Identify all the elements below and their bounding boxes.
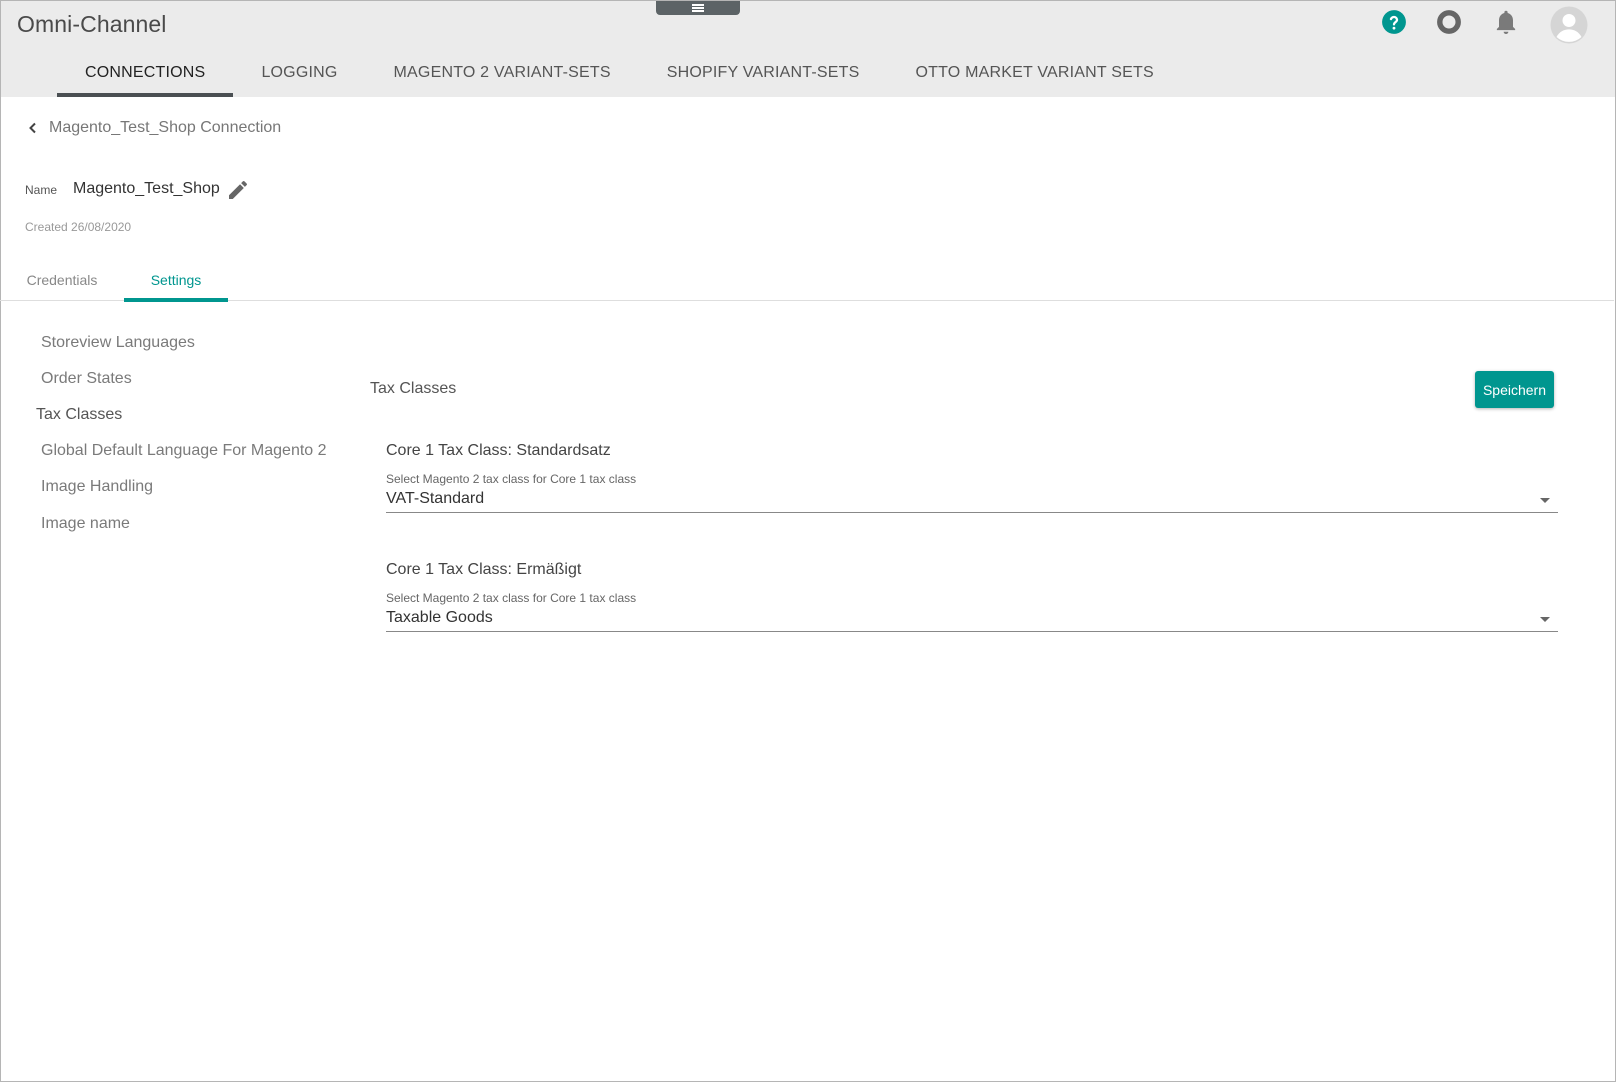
tab-credentials[interactable]: Credentials	[8, 258, 116, 301]
drawer-handle[interactable]	[656, 1, 740, 15]
dropdown-arrow-icon	[1540, 617, 1550, 622]
tab-magento-2-variant-sets[interactable]: MAGENTO 2 VARIANT-SETS	[366, 49, 639, 97]
save-button[interactable]: Speichern	[1475, 371, 1554, 408]
tab-shopify-variant-sets[interactable]: SHOPIFY VARIANT-SETS	[639, 49, 888, 97]
app-header: Omni-Channel CONNECTIONS LOGGING MAGENTO…	[1, 1, 1615, 97]
bell-icon[interactable]	[1491, 7, 1521, 37]
connection-name: Magento_Test_Shop	[73, 180, 220, 197]
tab-logging[interactable]: LOGGING	[233, 49, 365, 97]
side-item-image-handling[interactable]: Image Handling	[41, 478, 153, 496]
main-nav-tabs: CONNECTIONS LOGGING MAGENTO 2 VARIANT-SE…	[57, 49, 1182, 97]
side-item-tax-classes[interactable]: Tax Classes	[36, 406, 122, 424]
side-item-storeview-languages[interactable]: Storeview Languages	[41, 334, 195, 352]
select-label: Select Magento 2 tax class for Core 1 ta…	[386, 591, 637, 605]
tab-settings[interactable]: Settings	[124, 258, 228, 302]
menu-lines-icon	[692, 7, 704, 9]
sub-tabs: Credentials Settings	[0, 258, 1614, 302]
select-label: Select Magento 2 tax class for Core 1 ta…	[386, 472, 637, 486]
select-value: VAT-Standard	[386, 490, 485, 507]
side-item-order-states[interactable]: Order States	[41, 370, 132, 388]
app-title: Omni-Channel	[17, 11, 167, 37]
breadcrumb: Magento_Test_Shop Connection	[22, 117, 281, 139]
dropdown-arrow-icon	[1540, 498, 1550, 503]
tax-class-block: Core 1 Tax Class: Ermäßigt Select Magent…	[386, 561, 1558, 632]
breadcrumb-title: Magento_Test_Shop Connection	[49, 119, 282, 136]
edit-pencil-icon[interactable]	[226, 178, 250, 202]
tax-class-heading: Core 1 Tax Class: Standardsatz	[386, 442, 611, 459]
select-value: Taxable Goods	[386, 609, 493, 626]
tax-class-block: Core 1 Tax Class: Standardsatz Select Ma…	[386, 442, 1558, 513]
name-label: Name	[25, 183, 58, 197]
side-item-image-name[interactable]: Image name	[41, 515, 130, 533]
status-ring-icon[interactable]	[1434, 7, 1464, 37]
panel-title: Tax Classes	[370, 380, 457, 397]
help-icon[interactable]	[1379, 7, 1409, 37]
back-arrow-icon[interactable]	[22, 117, 44, 139]
side-item-global-default-language[interactable]: Global Default Language For Magento 2	[41, 442, 327, 460]
tax-class-select[interactable]: VAT-Standard	[386, 487, 1558, 513]
tab-connections[interactable]: CONNECTIONS	[57, 49, 234, 97]
created-date: Created 26/08/2020	[25, 220, 132, 234]
app-frame	[0, 0, 1616, 1082]
tax-class-heading: Core 1 Tax Class: Ermäßigt	[386, 561, 582, 578]
tab-otto-market-variant-sets[interactable]: OTTO MARKET VARIANT SETS	[888, 49, 1182, 97]
tax-class-select[interactable]: Taxable Goods	[386, 606, 1558, 632]
avatar[interactable]	[1550, 6, 1588, 44]
